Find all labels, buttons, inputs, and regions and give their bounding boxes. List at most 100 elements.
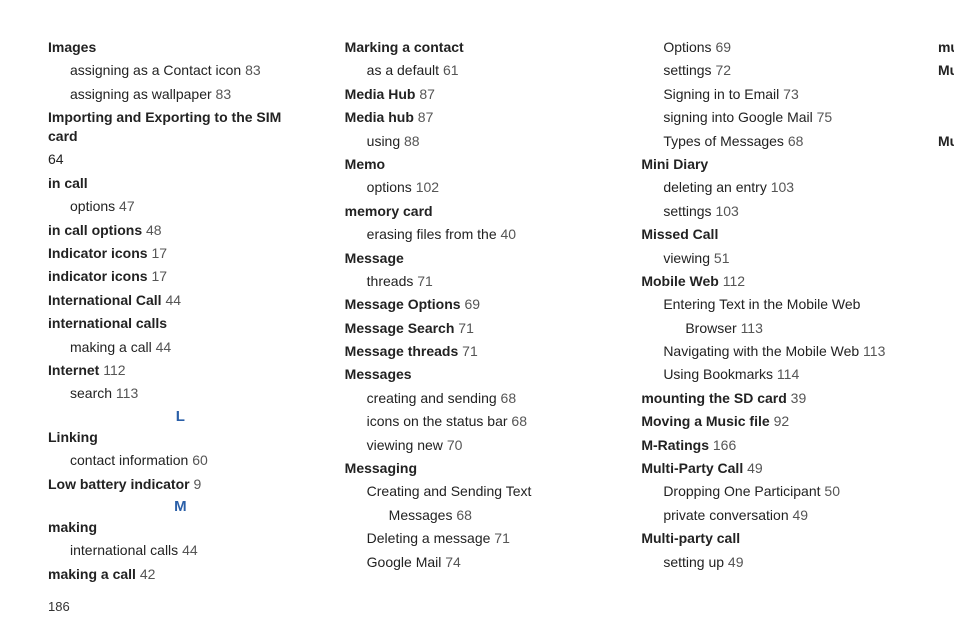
index-entry-page: 75 [817, 109, 833, 125]
index-entry-text: Entering Text in the Mobile Web [663, 296, 860, 312]
index-entry-page: 49 [793, 507, 809, 523]
index-entry: International Call 44 [48, 291, 313, 310]
index-entry-page: 17 [151, 245, 167, 261]
index-entry-page: 113 [863, 343, 885, 359]
index-entry-text: Multi-Party Call [641, 460, 743, 476]
index-entry-page: 39 [791, 390, 807, 406]
index-entry-page: 103 [771, 179, 794, 195]
index-entry: Missed Call [641, 225, 906, 244]
index-entry-text: Media Hub [345, 86, 416, 102]
page-number: 186 [48, 599, 70, 614]
index-entry-text: multi-party calls [938, 39, 954, 55]
index-entry-text: Options [663, 39, 711, 55]
index-entry: 64 [48, 150, 313, 169]
index-entry-text: indicator icons [48, 268, 148, 284]
index-entry-text: options [70, 198, 115, 214]
index-entry: Indicator icons 17 [48, 244, 313, 263]
index-section-letter: M [48, 498, 313, 515]
index-entry: multi-party calls 49 [938, 38, 954, 57]
index-entry-text: deleting an entry [663, 179, 767, 195]
index-entry: Linking [48, 428, 313, 447]
index-entry-page: 83 [245, 62, 261, 78]
index-entry-page: 74 [445, 554, 461, 570]
index-entry: Messaging [345, 459, 610, 478]
index-entry-page: 87 [419, 86, 435, 102]
index-entry: Types of Messages 68 [641, 132, 906, 151]
index-entry-page: 114 [777, 366, 799, 382]
index-entry-text: Creating and Sending Text [367, 483, 532, 499]
index-entry-text: assigning as a Contact icon [70, 62, 241, 78]
index-entry: Using Bookmarks 114 [641, 365, 906, 384]
index-entry-text: settings [663, 203, 711, 219]
index-entry-text: Mobile Web [641, 273, 719, 289]
index-entry-text: Signing in to Email [663, 86, 779, 102]
index-entry-page: 40 [501, 226, 517, 242]
index-entry-text: international calls [48, 315, 167, 331]
index-entry-text: in call [48, 175, 88, 191]
index-entry-text: Media hub [345, 109, 414, 125]
index-entry: Dropping One Participant 50 [641, 482, 906, 501]
index-entry: Music [938, 61, 954, 80]
index-entry: Message [345, 249, 610, 268]
index-entry: Media Hub 87 [345, 85, 610, 104]
index-entry-text: Music [938, 62, 954, 78]
index-section-letter: L [48, 408, 313, 425]
index-entry: moving and copying 92 [938, 155, 954, 174]
index-entry: options 102 [345, 178, 610, 197]
index-entry: icons on the status bar 68 [345, 412, 610, 431]
index-entry: using 88 [345, 132, 610, 151]
index-entry-text: Linking [48, 429, 98, 445]
index-entry-page: 112 [723, 273, 745, 289]
index-entry-text: erasing files from the [367, 226, 497, 242]
index-entry-page: 68 [511, 413, 527, 429]
index-entry-text: in call options [48, 222, 142, 238]
index-entry-text: Music files [938, 133, 954, 149]
index-entry-page: 92 [774, 413, 790, 429]
index-entry-text: options [367, 179, 412, 195]
index-entry-text: Multi-party call [641, 530, 740, 546]
index-entry: viewing new 70 [345, 436, 610, 455]
index-entry: making a call 42 [48, 565, 313, 584]
index-entry-page: 61 [443, 62, 459, 78]
index-entry-text: viewing [663, 250, 710, 266]
index-entry-page: 17 [151, 268, 167, 284]
index-entry-text: icons on the status bar [367, 413, 508, 429]
index-entry-page: 60 [192, 452, 208, 468]
index-entry: Internet 112 [48, 361, 313, 380]
index-entry-page: 47 [119, 198, 135, 214]
index-entry: Messages 68 [345, 506, 610, 525]
index-entry-page: 71 [462, 343, 478, 359]
index-entry-text: creating and sending [367, 390, 497, 406]
index-entry-text: Deleting a message [367, 530, 491, 546]
index-entry: private conversation 49 [641, 506, 906, 525]
index-entry-page: 44 [182, 542, 198, 558]
index-entry: Marking a contact [345, 38, 610, 57]
index-entry: search 113 [48, 384, 313, 403]
index-entry-page: 72 [715, 62, 731, 78]
index-entry: making [48, 518, 313, 537]
index-entry-page: 69 [715, 39, 731, 55]
index-entry: threads 71 [345, 272, 610, 291]
index-entry-text: Message [345, 250, 404, 266]
index-entry: assigning as a Contact icon 83 [48, 61, 313, 80]
index-entry-page: 113 [116, 385, 138, 401]
index-columns: Imagesassigning as a Contact icon 83assi… [48, 38, 906, 586]
index-entry: Moving a Music file 92 [641, 412, 906, 431]
index-entry-text: Using Bookmarks [663, 366, 773, 382]
index-entry: Music files [938, 132, 954, 151]
index-entry-page: 68 [501, 390, 517, 406]
index-entry: options 47 [48, 197, 313, 216]
index-entry-page: 70 [447, 437, 463, 453]
index-entry: in call [48, 174, 313, 193]
index-entry-text: Moving a Music file [641, 413, 769, 429]
index-entry: Creating and Sending Text [345, 482, 610, 501]
index-entry: Mini Diary [641, 155, 906, 174]
index-entry: settings 72 [641, 61, 906, 80]
index-entry-page: 73 [783, 86, 799, 102]
index-entry-page: 49 [747, 460, 763, 476]
index-entry-page: 51 [714, 250, 730, 266]
index-entry-page: 113 [741, 320, 763, 336]
index-entry: Entering Text in the Mobile Web [641, 295, 906, 314]
index-entry-page: 112 [103, 362, 125, 378]
index-entry-text: International Call [48, 292, 162, 308]
